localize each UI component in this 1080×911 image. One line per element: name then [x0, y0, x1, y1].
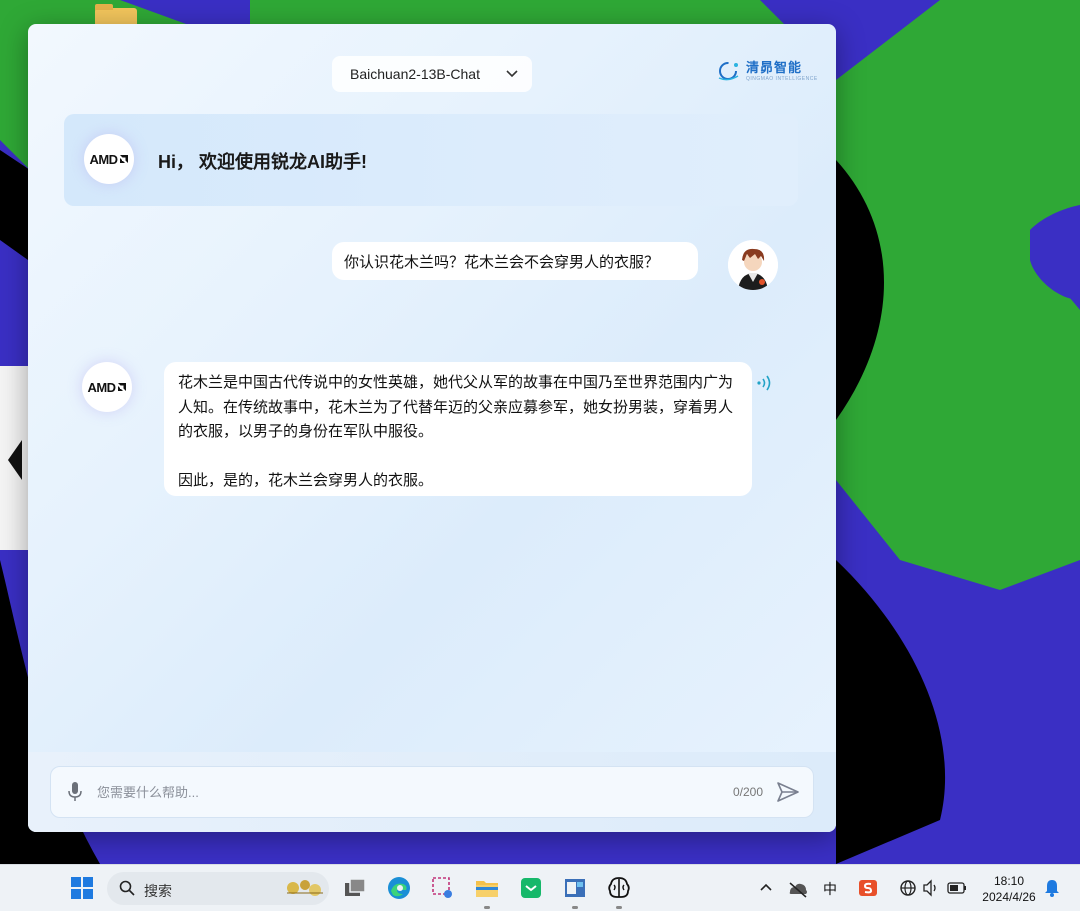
taskbar-search[interactable]: 搜索 [107, 872, 329, 905]
running-indicator [572, 906, 578, 909]
message-composer: 0/200 [50, 766, 814, 818]
amd-logo-text: AMD [87, 379, 116, 395]
chevron-down-icon [506, 70, 518, 78]
user-message-text: 你认识花木兰吗？花木兰会不会穿男人的衣服？ [344, 253, 660, 271]
search-icon [119, 880, 135, 896]
search-highlight-art-icon [287, 880, 323, 896]
assistant-message-paragraph: 花木兰是中国古代传说中的女性英雄，她代父从军的故事在中国乃至世界范围内广为人知。… [178, 374, 734, 440]
task-view-icon[interactable] [342, 875, 368, 901]
sogou-ime-icon[interactable] [857, 875, 879, 901]
news-app-icon[interactable] [562, 875, 588, 901]
battery-icon[interactable] [946, 875, 968, 901]
speaker-icon[interactable] [756, 374, 776, 392]
running-indicator [484, 906, 490, 909]
send-icon[interactable] [775, 779, 801, 805]
user-avatar [728, 240, 778, 290]
wechat-app-icon[interactable] [518, 875, 544, 901]
snipping-tool-icon[interactable] [430, 875, 456, 901]
character-counter: 0/200 [733, 785, 764, 799]
clock-date: 2024/4/26 [982, 890, 1036, 904]
assistant-avatar: AMD [82, 362, 132, 412]
model-selector-label: Baichuan2-13B-Chat [350, 66, 480, 82]
brand-name: 清昴智能 [746, 59, 803, 75]
edge-browser-icon[interactable] [386, 875, 412, 901]
user-message-bubble: 你认识花木兰吗？花木兰会不会穿男人的衣服？ [332, 242, 698, 280]
amd-logo-text: AMD [89, 151, 118, 167]
assistant-avatar: AMD [84, 134, 134, 184]
ime-indicator[interactable]: 中 [823, 879, 837, 899]
model-selector[interactable]: Baichuan2-13B-Chat [332, 56, 532, 92]
welcome-banner: AMD Hi， 欢迎使用锐龙AI助手! [64, 114, 798, 206]
amd-arrow-icon [117, 383, 126, 391]
amd-arrow-icon [119, 155, 128, 163]
taskbar: 搜索 中 18:10 2024/4/26 [0, 864, 1080, 911]
running-indicator [616, 906, 622, 909]
message-input[interactable] [97, 777, 697, 807]
windows-start-icon[interactable] [69, 875, 95, 901]
notification-bell-icon[interactable] [1042, 875, 1062, 901]
search-label: 搜索 [144, 883, 172, 899]
brand-subtitle: QINGMAO INTELLIGENCE [746, 75, 818, 82]
chevron-up-icon[interactable] [756, 875, 776, 901]
network-globe-icon[interactable] [898, 875, 918, 901]
clock-time: 18:10 [993, 874, 1025, 888]
microphone-icon[interactable] [67, 781, 83, 803]
system-clock[interactable]: 18:10 2024/4/26 [975, 873, 1043, 905]
assistant-message-bubble: 花木兰是中国古代传说中的女性英雄，她代父从军的故事在中国乃至世界范围内广为人知。… [164, 362, 752, 496]
volume-icon[interactable] [921, 875, 941, 901]
file-explorer-icon[interactable] [474, 875, 500, 901]
brand-logo: 清昴智能 QINGMAO INTELLIGENCE [716, 60, 818, 82]
welcome-text: Hi， 欢迎使用锐龙AI助手! [158, 152, 367, 172]
assistant-message-paragraph: 因此，是的，花木兰会穿男人的衣服。 [178, 471, 434, 489]
ai-assistant-window: Baichuan2-13B-Chat 清昴智能 QINGMAO INTELLIG… [28, 24, 836, 832]
ai-brain-app-icon[interactable] [606, 875, 632, 901]
onedrive-offline-icon[interactable] [787, 875, 809, 901]
brand-logo-icon [718, 62, 739, 81]
